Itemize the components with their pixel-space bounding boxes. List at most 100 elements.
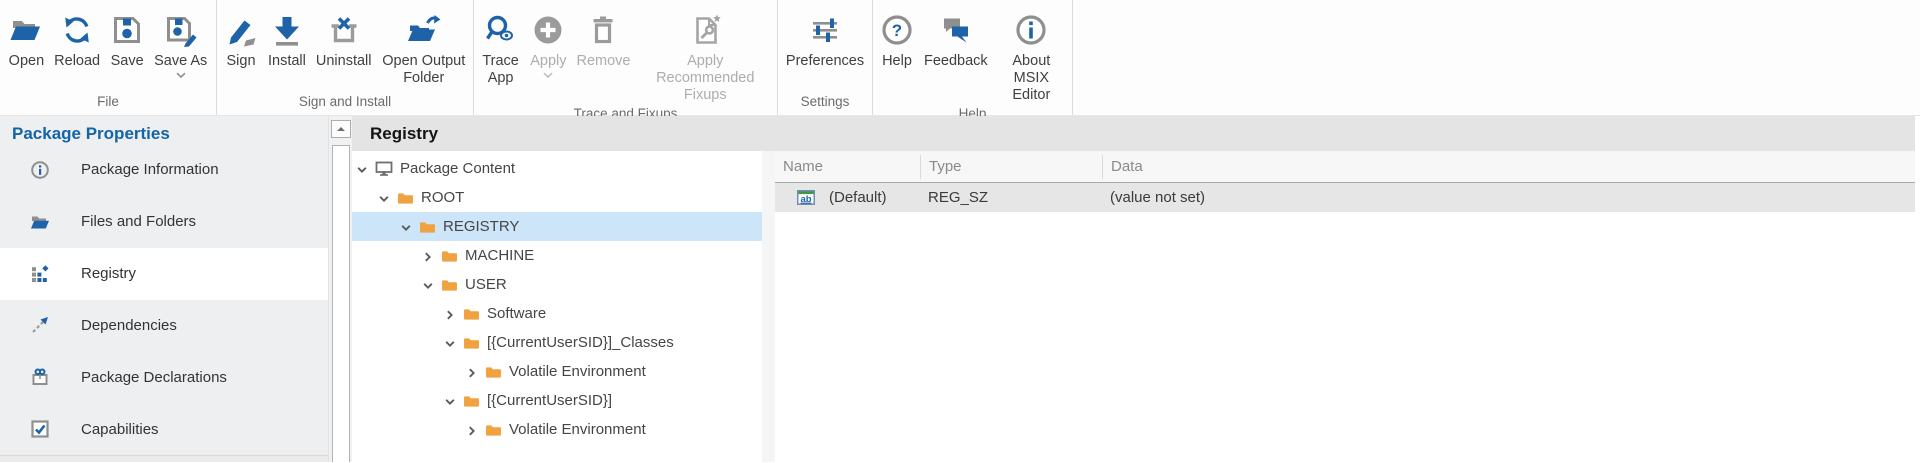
help-question-icon: ?: [880, 7, 914, 53]
uninstall-button[interactable]: Uninstall: [311, 5, 377, 72]
reload-label: Reload: [54, 53, 100, 70]
tree-item-volatile-environment-2[interactable]: Volatile Environment: [352, 415, 762, 444]
chevron-right-icon[interactable]: [422, 250, 434, 262]
ribbon-group-sign-install-buttons: Sign Install Uninstall Open Output Folde…: [217, 0, 473, 94]
open-button[interactable]: Open: [4, 5, 49, 72]
info-circle-icon: [30, 160, 50, 180]
value-data-cell: (value not set): [1102, 189, 1915, 206]
chevron-down-icon[interactable]: [378, 192, 390, 204]
sidebar-item-capabilities[interactable]: Capabilities: [0, 403, 328, 455]
feedback-bubbles-icon: [939, 7, 973, 53]
tree-item-label: Software: [487, 305, 546, 322]
install-button[interactable]: Install: [263, 5, 311, 72]
registry-values-grid: Name Type Data ab (Default) REG_SZ (valu…: [775, 151, 1915, 462]
registry-value-row[interactable]: ab (Default) REG_SZ (value not set): [775, 183, 1915, 212]
open-output-folder-label: Open Output Folder: [382, 53, 467, 87]
tree-item-volatile-environment-1[interactable]: Volatile Environment: [352, 357, 762, 386]
chevron-down-icon[interactable]: [444, 337, 456, 349]
tree-item-label: REGISTRY: [443, 218, 519, 235]
install-arrow-icon: [270, 7, 304, 53]
ribbon-group-settings-buttons: Preferences: [778, 0, 872, 94]
sidebar-item-files-and-folders[interactable]: Files and Folders: [0, 196, 328, 248]
help-label: Help: [882, 53, 912, 70]
open-output-folder-button[interactable]: Open Output Folder: [377, 5, 472, 89]
column-header-type[interactable]: Type: [920, 155, 1102, 179]
remove-button[interactable]: Remove: [571, 5, 635, 72]
tree-item-root[interactable]: ROOT: [352, 183, 762, 212]
ribbon-group-sign-install: Sign Install Uninstall Open Output Folde…: [217, 0, 474, 115]
save-button[interactable]: Save: [105, 5, 149, 72]
save-label: Save: [111, 53, 144, 70]
sidebar-scrollbar[interactable]: [328, 116, 352, 462]
help-button[interactable]: ? Help: [875, 5, 919, 72]
about-info-icon: [1014, 7, 1048, 53]
chevron-right-icon[interactable]: [466, 366, 478, 378]
value-name-cell: ab (Default): [775, 189, 920, 206]
ribbon-toolbar: Open Reload Save Save As: [0, 0, 1920, 116]
registry-tree: Package Content ROOT REGISTRY MACHINE: [352, 151, 762, 462]
tree-item-user[interactable]: USER: [352, 270, 762, 299]
reload-button[interactable]: Reload: [49, 5, 105, 72]
sidebar-item-package-declarations[interactable]: Package Declarations: [0, 351, 328, 403]
apply-dropdown-chevron-icon[interactable]: [543, 72, 553, 79]
column-header-name[interactable]: Name: [775, 158, 920, 175]
folder-icon: [485, 365, 502, 379]
chevron-right-icon[interactable]: [466, 424, 478, 436]
save-as-button[interactable]: Save As: [149, 5, 212, 81]
tree-item-currentusersid[interactable]: [{CurrentUserSID}]: [352, 386, 762, 415]
group-label-file: File: [0, 94, 216, 115]
about-msix-editor-button[interactable]: About MSIX Editor: [993, 5, 1070, 106]
sidebar-item-label: Capabilities: [81, 421, 159, 438]
sidebar-footer-strip: [0, 455, 328, 462]
tree-item-label: Package Content: [400, 160, 515, 177]
tree-item-machine[interactable]: MACHINE: [352, 241, 762, 270]
tree-item-software[interactable]: Software: [352, 299, 762, 328]
trace-app-button[interactable]: Trace App: [476, 5, 525, 89]
save-as-label: Save As: [154, 53, 207, 70]
scrollbar-thumb[interactable]: [332, 145, 350, 462]
feedback-button[interactable]: Feedback: [919, 5, 993, 72]
tree-item-label: USER: [465, 276, 507, 293]
sidebar-item-label: Files and Folders: [81, 213, 196, 230]
chevron-right-icon[interactable]: [444, 308, 456, 320]
folder-icon: [485, 423, 502, 437]
tree-item-label: [{CurrentUserSID}]: [487, 392, 612, 409]
apply-label: Apply: [530, 53, 566, 70]
sidebar-item-dependencies[interactable]: Dependencies: [0, 300, 328, 352]
sidebar-item-registry[interactable]: Registry: [0, 248, 328, 300]
chevron-down-icon[interactable]: [444, 395, 456, 407]
apply-button[interactable]: Apply: [525, 5, 571, 81]
chevron-down-icon[interactable]: [356, 163, 368, 175]
sidebar-item-label: Dependencies: [81, 317, 177, 334]
content-area: Package Properties Package Information F…: [0, 116, 1920, 462]
value-name: (Default): [829, 189, 887, 206]
ribbon-group-settings: Preferences Settings: [778, 0, 873, 115]
preferences-button[interactable]: Preferences: [781, 5, 869, 72]
folder-icon: [463, 394, 480, 408]
tree-item-package-content[interactable]: Package Content: [352, 154, 762, 183]
ribbon-group-help: ? Help Feedback About MSIX Editor Help: [873, 0, 1073, 115]
tree-item-registry[interactable]: REGISTRY: [352, 212, 762, 241]
checkbox-check-icon: [30, 419, 50, 439]
ribbon-group-trace-fixups: Trace App Apply Remove: [474, 0, 778, 115]
folder-icon: [441, 278, 458, 292]
scrollbar-up-arrow-icon[interactable]: [331, 120, 351, 138]
chevron-down-icon[interactable]: [422, 279, 434, 291]
save-as-dropdown-chevron-icon[interactable]: [176, 72, 186, 79]
folder-icon: [463, 336, 480, 350]
folder-icon: [463, 307, 480, 321]
trace-app-label: Trace App: [481, 53, 520, 87]
sign-button[interactable]: Sign: [219, 5, 263, 72]
sidebar-item-package-information[interactable]: Package Information: [0, 144, 328, 196]
tree-grid-splitter[interactable]: [762, 151, 775, 462]
sign-label: Sign: [226, 53, 255, 70]
tree-item-currentusersid-classes[interactable]: [{CurrentUserSID}]_Classes: [352, 328, 762, 357]
chevron-down-icon[interactable]: [400, 221, 412, 233]
apply-recommended-fixups-button[interactable]: Apply Recommended Fixups: [635, 5, 775, 106]
ribbon-group-trace-fixups-buttons: Trace App Apply Remove: [474, 0, 777, 106]
dependencies-arrow-icon: [30, 315, 50, 335]
open-folder-icon: [9, 7, 43, 53]
tree-item-label: Volatile Environment: [509, 363, 646, 380]
column-header-data[interactable]: Data: [1102, 155, 1915, 179]
grid-header-row: Name Type Data: [775, 151, 1915, 183]
